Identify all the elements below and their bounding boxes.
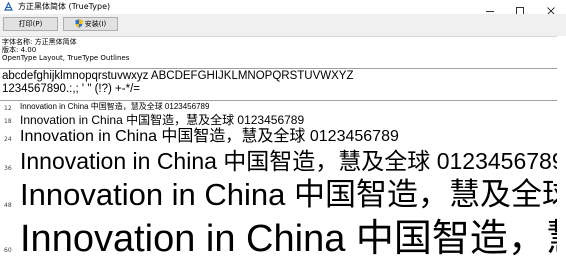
shield-icon [75, 19, 83, 28]
font-version: 版本: 4.00 [2, 46, 37, 54]
sample-size-label: 12 [4, 105, 12, 112]
sample-size-label: 24 [4, 136, 12, 143]
sample-row-18: 18 Innovation in China 中国智造，慧及全球 0123456… [0, 113, 566, 127]
font-file-icon [4, 2, 13, 11]
install-button[interactable]: 安装(I) [63, 17, 118, 31]
minimize-button[interactable] [475, 0, 505, 14]
sample-text: Innovation in China 中国智造，慧及全球 0123456789 [20, 218, 566, 260]
sample-size-label: 18 [4, 118, 12, 125]
print-button-label: 打印(P) [18, 20, 43, 28]
font-features: OpenType Layout, TrueType Outlines [2, 54, 130, 62]
window-title: 方正黑体简体 (TrueType) [18, 2, 111, 11]
maximize-button[interactable] [505, 0, 535, 15]
sample-row-48: 48 Innovation in China 中国智造，慧及全球 0123456… [0, 177, 566, 215]
vertical-scrollbar[interactable] [557, 36, 566, 264]
close-button[interactable] [536, 0, 566, 15]
title-bar: 方正黑体简体 (TrueType) [0, 0, 566, 15]
print-button[interactable]: 打印(P) [3, 17, 58, 31]
sample-size-label: 60 [4, 247, 12, 254]
charset-digits-symbols: 1234567890.:,; ' " (!?) +-*/= [2, 83, 140, 95]
sample-row-24: 24 Innovation in China 中国智造，慧及全球 0123456… [0, 127, 566, 147]
character-set-preview: abcdefghijklmnopqrstuvwxyz ABCDEFGHIJKLM… [2, 70, 353, 96]
sample-text: Innovation in China 中国智造，慧及全球 0123456789 [20, 177, 566, 212]
sample-size-label: 48 [4, 202, 12, 209]
sample-text: Innovation in China 中国智造，慧及全球 0123456789 [20, 113, 305, 127]
separator [0, 68, 566, 69]
sample-text: Innovation in China 中国智造，慧及全球 0123456789 [20, 102, 210, 111]
sample-row-36: 36 Innovation in China 中国智造，慧及全球 0123456… [0, 148, 566, 176]
charset-letters: abcdefghijklmnopqrstuvwxyz ABCDEFGHIJKLM… [2, 70, 354, 82]
toolbar: 打印(P) 安装(I) [0, 14, 566, 37]
sample-size-label: 36 [4, 165, 12, 172]
sample-row-60: 60 Innovation in China 中国智造，慧及全球 0123456… [0, 216, 566, 264]
sample-text: Innovation in China 中国智造，慧及全球 0123456789 [20, 128, 399, 145]
font-info: 字体名称: 方正黑体简体 版本: 4.00 OpenType Layout, T… [2, 38, 129, 62]
sample-row-12: 12 Innovation in China 中国智造，慧及全球 0123456… [0, 101, 566, 113]
install-button-label: 安装(I) [84, 20, 107, 28]
sample-text: Innovation in China 中国智造，慧及全球 0123456789 [20, 148, 565, 174]
font-name: 字体名称: 方正黑体简体 [2, 38, 77, 46]
